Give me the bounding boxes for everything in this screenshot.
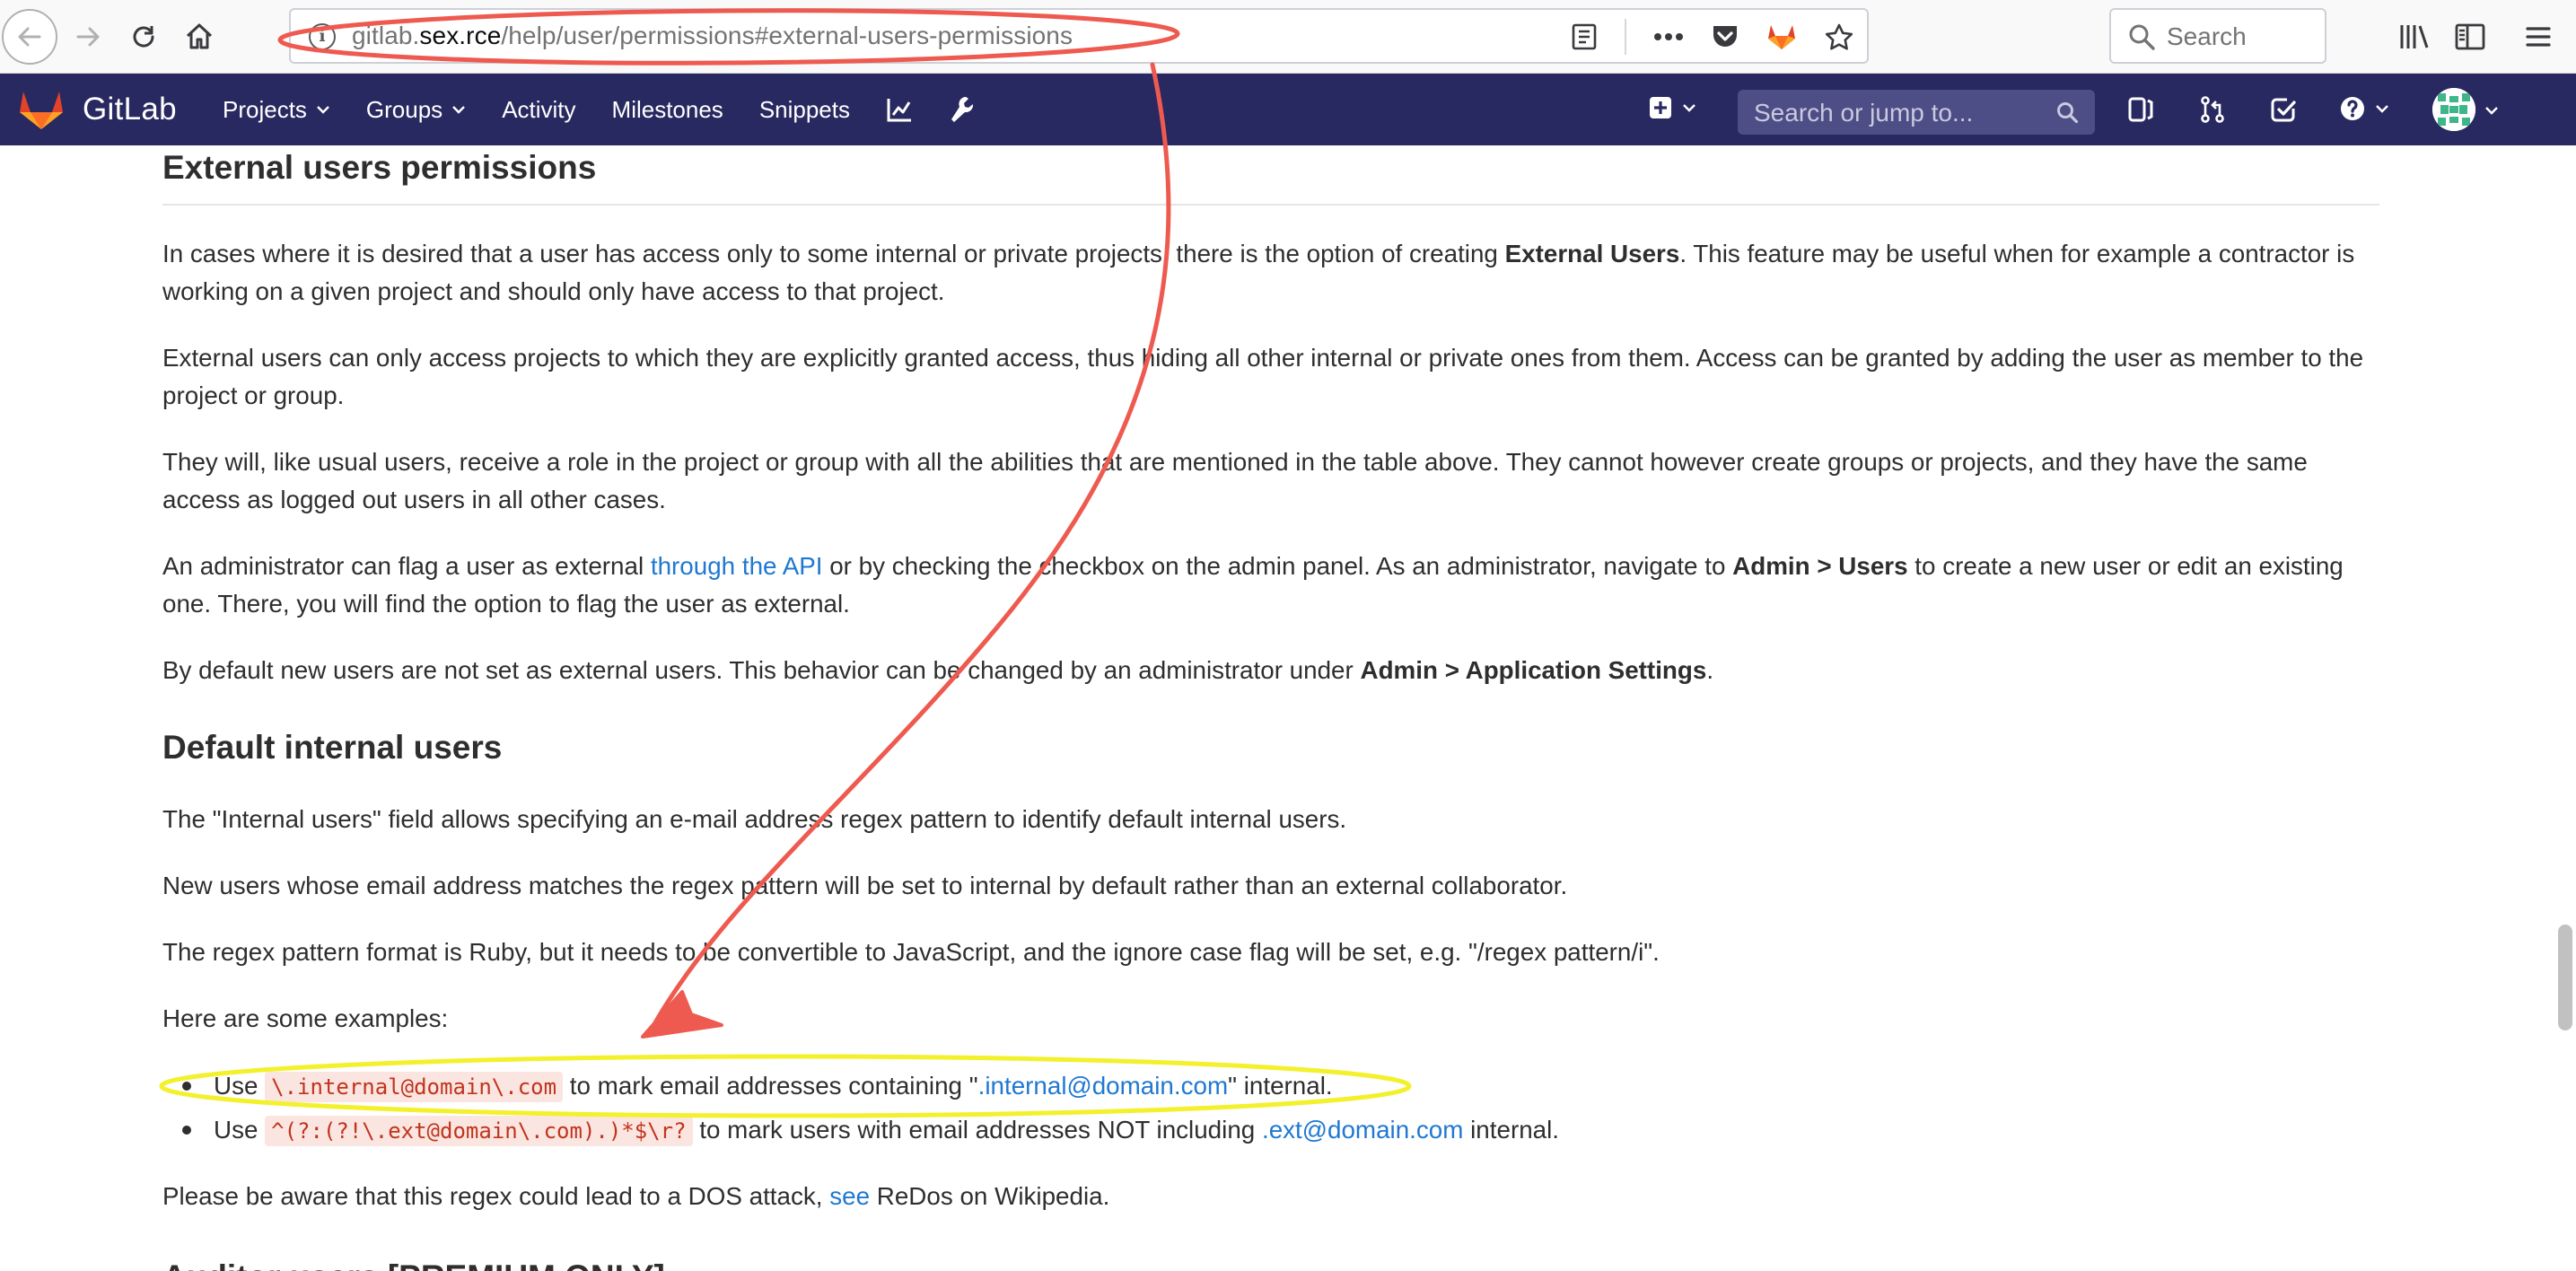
reload-button[interactable]: [115, 8, 172, 66]
library-icon: [2400, 25, 2429, 48]
chevron-down-icon: [2376, 105, 2388, 113]
plus-square-icon: [1650, 97, 1671, 118]
browser-search-placeholder: Search: [2167, 22, 2247, 50]
nav-projects-label: Projects: [223, 95, 307, 123]
nav-milestones[interactable]: Milestones: [612, 96, 723, 124]
gitlab-header: GitLab Projects Groups Activity Mileston…: [0, 74, 2576, 145]
nav-activity-label: Activity: [502, 95, 576, 123]
merge-request-icon: [2201, 96, 2224, 123]
paragraph-external-access: External users can only access projects …: [162, 344, 2364, 409]
nav-groups[interactable]: Groups: [366, 96, 466, 124]
chevron-down-icon: [317, 106, 329, 114]
user-avatar[interactable]: [2432, 88, 2475, 131]
paragraph-admin-flag: An administrator can flag a user as exte…: [162, 552, 2344, 618]
regex-examples-list: Use \.internal@domain\.com to mark email…: [162, 1065, 1559, 1153]
url-tools: [1571, 19, 1854, 55]
merge-requests-button[interactable]: [2199, 95, 2226, 124]
example-link[interactable]: .internal@domain.com: [978, 1072, 1229, 1100]
forward-button[interactable]: [59, 8, 117, 66]
page-scrollbar-thumb[interactable]: [2558, 925, 2572, 1030]
pocket-icon[interactable]: [1711, 23, 1739, 50]
paragraph-regex-format: The regex pattern format is Ruby, but it…: [162, 938, 1660, 966]
gitlab-logo-icon: [20, 92, 63, 129]
sidebar-icon: [2455, 23, 2485, 50]
nav-activity[interactable]: Activity: [502, 96, 575, 124]
issues-button[interactable]: [2127, 95, 2154, 124]
gitlab-search-placeholder: Search or jump to...: [1754, 99, 1974, 127]
gitlab-extension-icon[interactable]: [1766, 22, 1797, 51]
heading-auditor-users: Auditor users [PREMIUM ONLY]: [162, 1258, 665, 1271]
paragraph-external-roles: They will, like usual users, receive a r…: [162, 448, 2308, 513]
browser-search-box[interactable]: Search: [2109, 8, 2326, 64]
address-bar[interactable]: i gitlab.sex.rce/help/user/permissions#e…: [289, 8, 1869, 64]
library-button[interactable]: [2398, 18, 2431, 56]
link-through-the-api[interactable]: through the API: [651, 552, 823, 580]
nav-groups-label: Groups: [365, 95, 443, 123]
reload-icon: [133, 26, 154, 48]
arrow-right-icon: [76, 27, 100, 47]
help-dropdown-button[interactable]: [2339, 95, 2389, 122]
gitlab-search-input[interactable]: Search or jump to...: [1738, 90, 2095, 135]
paragraph-default-setting: By default new users are not set as exte…: [162, 656, 1714, 684]
home-button[interactable]: [171, 8, 228, 66]
search-icon: [2129, 24, 2155, 50]
sidebar-toggle-button[interactable]: [2454, 18, 2486, 56]
link-see[interactable]: see: [829, 1182, 870, 1210]
nav-projects[interactable]: Projects: [223, 96, 330, 124]
todo-check-icon: [2271, 98, 2297, 122]
todos-button[interactable]: [2269, 95, 2298, 124]
search-icon: [2057, 102, 2079, 124]
gitlab-home-link[interactable]: GitLab: [18, 88, 177, 131]
chart-icon: [887, 99, 911, 122]
nav-snippets-label: Snippets: [758, 95, 850, 123]
menu-button[interactable]: [2524, 18, 2553, 56]
paragraph-external-users-intro: In cases where it is desired that a user…: [162, 240, 2355, 305]
list-item: Use \.internal@domain\.com to mark email…: [162, 1065, 1559, 1109]
user-menu-chevron[interactable]: [2484, 106, 2499, 115]
toolbar-separator: [1625, 19, 1626, 55]
paragraph-dos-warning: Please be aware that this regex could le…: [162, 1182, 1110, 1210]
paragraph-examples-intro: Here are some examples:: [162, 1004, 449, 1032]
example-link[interactable]: .ext@domain.com: [1262, 1116, 1463, 1144]
identicon-avatar-icon: [2432, 88, 2475, 131]
home-icon: [186, 23, 213, 49]
heading-external-users-permissions: External users permissions: [162, 149, 597, 186]
back-button[interactable]: [2, 9, 57, 65]
help-icon: [2341, 97, 2364, 120]
paragraph-internal-users-field: The "Internal users" field allows specif…: [162, 805, 1347, 833]
regex-code: ^(?:(?!\.ext@domain\.com).)*$\r?: [265, 1116, 693, 1146]
bookmark-star-icon[interactable]: [1824, 22, 1854, 51]
url-text[interactable]: gitlab.sex.rce/help/user/permissions#ext…: [352, 22, 1073, 50]
nav-analytics[interactable]: [886, 97, 913, 122]
page-scrollbar-track[interactable]: [2554, 145, 2576, 1271]
browser-toolbar: i gitlab.sex.rce/help/user/permissions#e…: [0, 0, 2576, 74]
new-dropdown-button[interactable]: [1648, 95, 1696, 120]
site-info-icon[interactable]: i: [309, 23, 336, 50]
nav-admin-area[interactable]: [949, 95, 974, 124]
gitlab-main-nav: Projects Groups Activity Milestones Snip…: [223, 74, 1010, 145]
wrench-icon: [951, 97, 974, 122]
list-item: Use ^(?:(?!\.ext@domain\.com).)*$\r? to …: [162, 1109, 1559, 1153]
nav-snippets[interactable]: Snippets: [759, 96, 850, 124]
paragraph-regex-match: New users whose email address matches th…: [162, 872, 1568, 899]
reader-view-icon[interactable]: [1571, 22, 1598, 51]
chevron-down-icon: [452, 106, 466, 114]
issues-icon: [2128, 97, 2153, 122]
hamburger-icon: [2526, 27, 2551, 47]
nav-milestones-label: Milestones: [611, 95, 723, 123]
heading-divider: [162, 204, 2379, 206]
arrow-left-icon: [18, 27, 41, 47]
gitlab-brand: GitLab: [83, 92, 177, 127]
page-actions-icon[interactable]: [1653, 32, 1684, 41]
chevron-down-icon: [1683, 104, 1695, 112]
heading-default-internal-users: Default internal users: [162, 729, 503, 766]
regex-code: \.internal@domain\.com: [265, 1072, 564, 1102]
chevron-down-icon: [2485, 107, 2498, 115]
